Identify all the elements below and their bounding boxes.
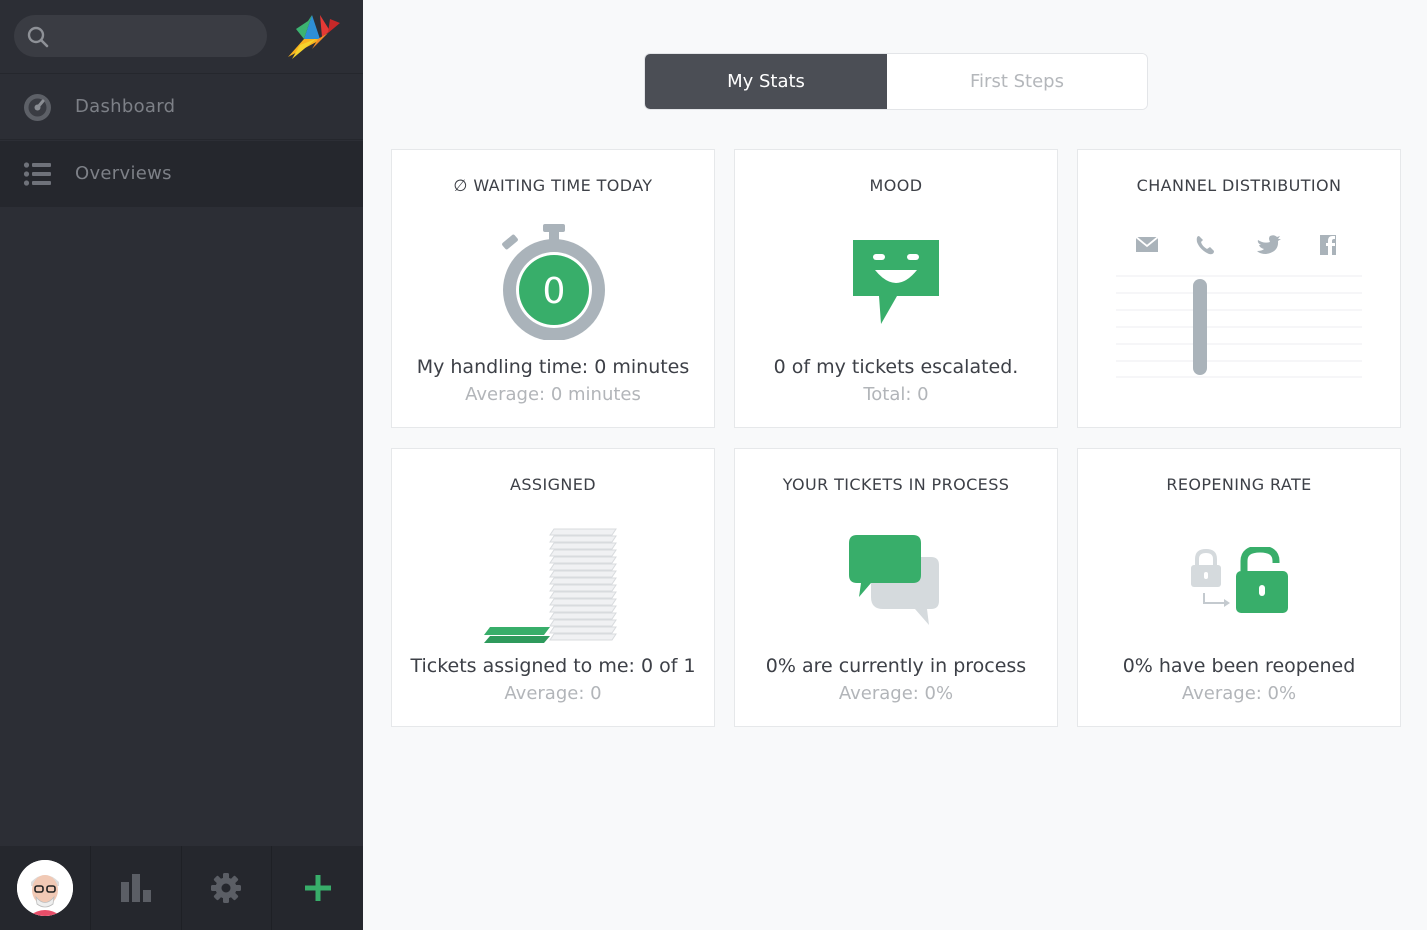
phone-icon	[1196, 236, 1214, 255]
list-icon	[23, 162, 51, 186]
user-menu-button[interactable]	[0, 846, 91, 930]
bar-chart-icon	[120, 874, 151, 902]
widget-mood: MOOD 0 of my tickets escalated. Total: 0	[734, 149, 1058, 428]
sidebar-item-label: Dashboard	[75, 96, 176, 117]
widget-title: YOUR TICKETS IN PROCESS	[782, 475, 1010, 494]
ticket-stack-icon	[484, 528, 617, 643]
sidebar-bottom-bar	[0, 846, 363, 930]
waiting-time-value: 0	[543, 271, 566, 312]
widget-reopening-rate: REOPENING RATE 0% have been reopened Ave…	[1077, 448, 1401, 727]
new-ticket-button[interactable]	[272, 846, 363, 930]
widget-main-text: Tickets assigned to me: 0 of 1	[410, 655, 696, 677]
widget-sub-text: Average: 0	[504, 683, 602, 704]
tab-first-steps[interactable]: First Steps	[887, 54, 1147, 109]
tab-my-stats[interactable]: My Stats	[645, 54, 887, 109]
avatar[interactable]	[16, 860, 73, 916]
widget-title: ∅ WAITING TIME TODAY	[453, 176, 653, 195]
widget-main-text: 0 of my tickets escalated.	[773, 356, 1019, 378]
widget-waiting-time: ∅ WAITING TIME TODAY 0 My handling time:…	[391, 149, 715, 428]
search-input[interactable]	[60, 15, 260, 57]
sidebar-item-label: Overviews	[75, 163, 172, 184]
plus-icon	[304, 875, 331, 901]
stopwatch-icon: 0	[502, 224, 605, 340]
closed-lock-icon	[1191, 548, 1221, 587]
widget-title: REOPENING RATE	[1166, 475, 1312, 494]
dashboard-gauge-icon	[24, 94, 51, 121]
happy-chat-bubble-icon	[853, 240, 939, 324]
channel-icons	[1136, 235, 1336, 255]
widget-main-text: 0% are currently in process	[765, 655, 1027, 677]
widget-channel-distribution: CHANNEL DISTRIBUTION	[1077, 149, 1401, 428]
lock-reopen-icon	[1191, 547, 1288, 613]
reporting-button[interactable]	[91, 846, 182, 930]
search-box[interactable]	[14, 15, 267, 57]
dashboard-tabs: My Stats First Steps	[644, 53, 1148, 110]
widget-title: ASSIGNED	[510, 475, 596, 494]
chat-bubbles-icon	[849, 535, 939, 625]
zammad-logo[interactable]	[282, 9, 342, 61]
widget-sub-text: Total: 0	[863, 384, 929, 405]
widget-sub-text: Average: 0 minutes	[465, 384, 641, 405]
user-avatar	[16, 860, 73, 916]
sidebar-item-dashboard[interactable]: Dashboard	[0, 74, 363, 140]
open-lock-icon	[1236, 547, 1288, 613]
main-content: My Stats First Steps ∅ WAITING TIME TODA…	[363, 0, 1427, 930]
search-row	[0, 0, 363, 74]
widget-assigned: ASSIGNED Tickets assigned to me: 0 of 1 …	[391, 448, 715, 727]
channel-chart	[1116, 275, 1362, 378]
twitter-icon	[1257, 235, 1281, 254]
email-icon	[1136, 236, 1159, 252]
channel-bar-phone	[1193, 279, 1207, 375]
widget-title: MOOD	[869, 176, 923, 195]
settings-button[interactable]	[182, 846, 273, 930]
gear-icon	[211, 873, 242, 903]
widget-title: CHANNEL DISTRIBUTION	[1136, 176, 1342, 195]
search-icon	[27, 26, 49, 48]
widget-main-text: My handling time: 0 minutes	[416, 356, 690, 378]
facebook-icon	[1320, 235, 1336, 255]
sidebar: Dashboard Overviews	[0, 0, 363, 930]
widget-sub-text: Average: 0%	[1181, 683, 1297, 704]
sidebar-item-overviews[interactable]: Overviews	[0, 141, 363, 207]
widget-main-text: 0% have been reopened	[1122, 655, 1356, 677]
widget-sub-text: Average: 0%	[838, 683, 954, 704]
widget-in-process: YOUR TICKETS IN PROCESS 0% are currently…	[734, 448, 1058, 727]
